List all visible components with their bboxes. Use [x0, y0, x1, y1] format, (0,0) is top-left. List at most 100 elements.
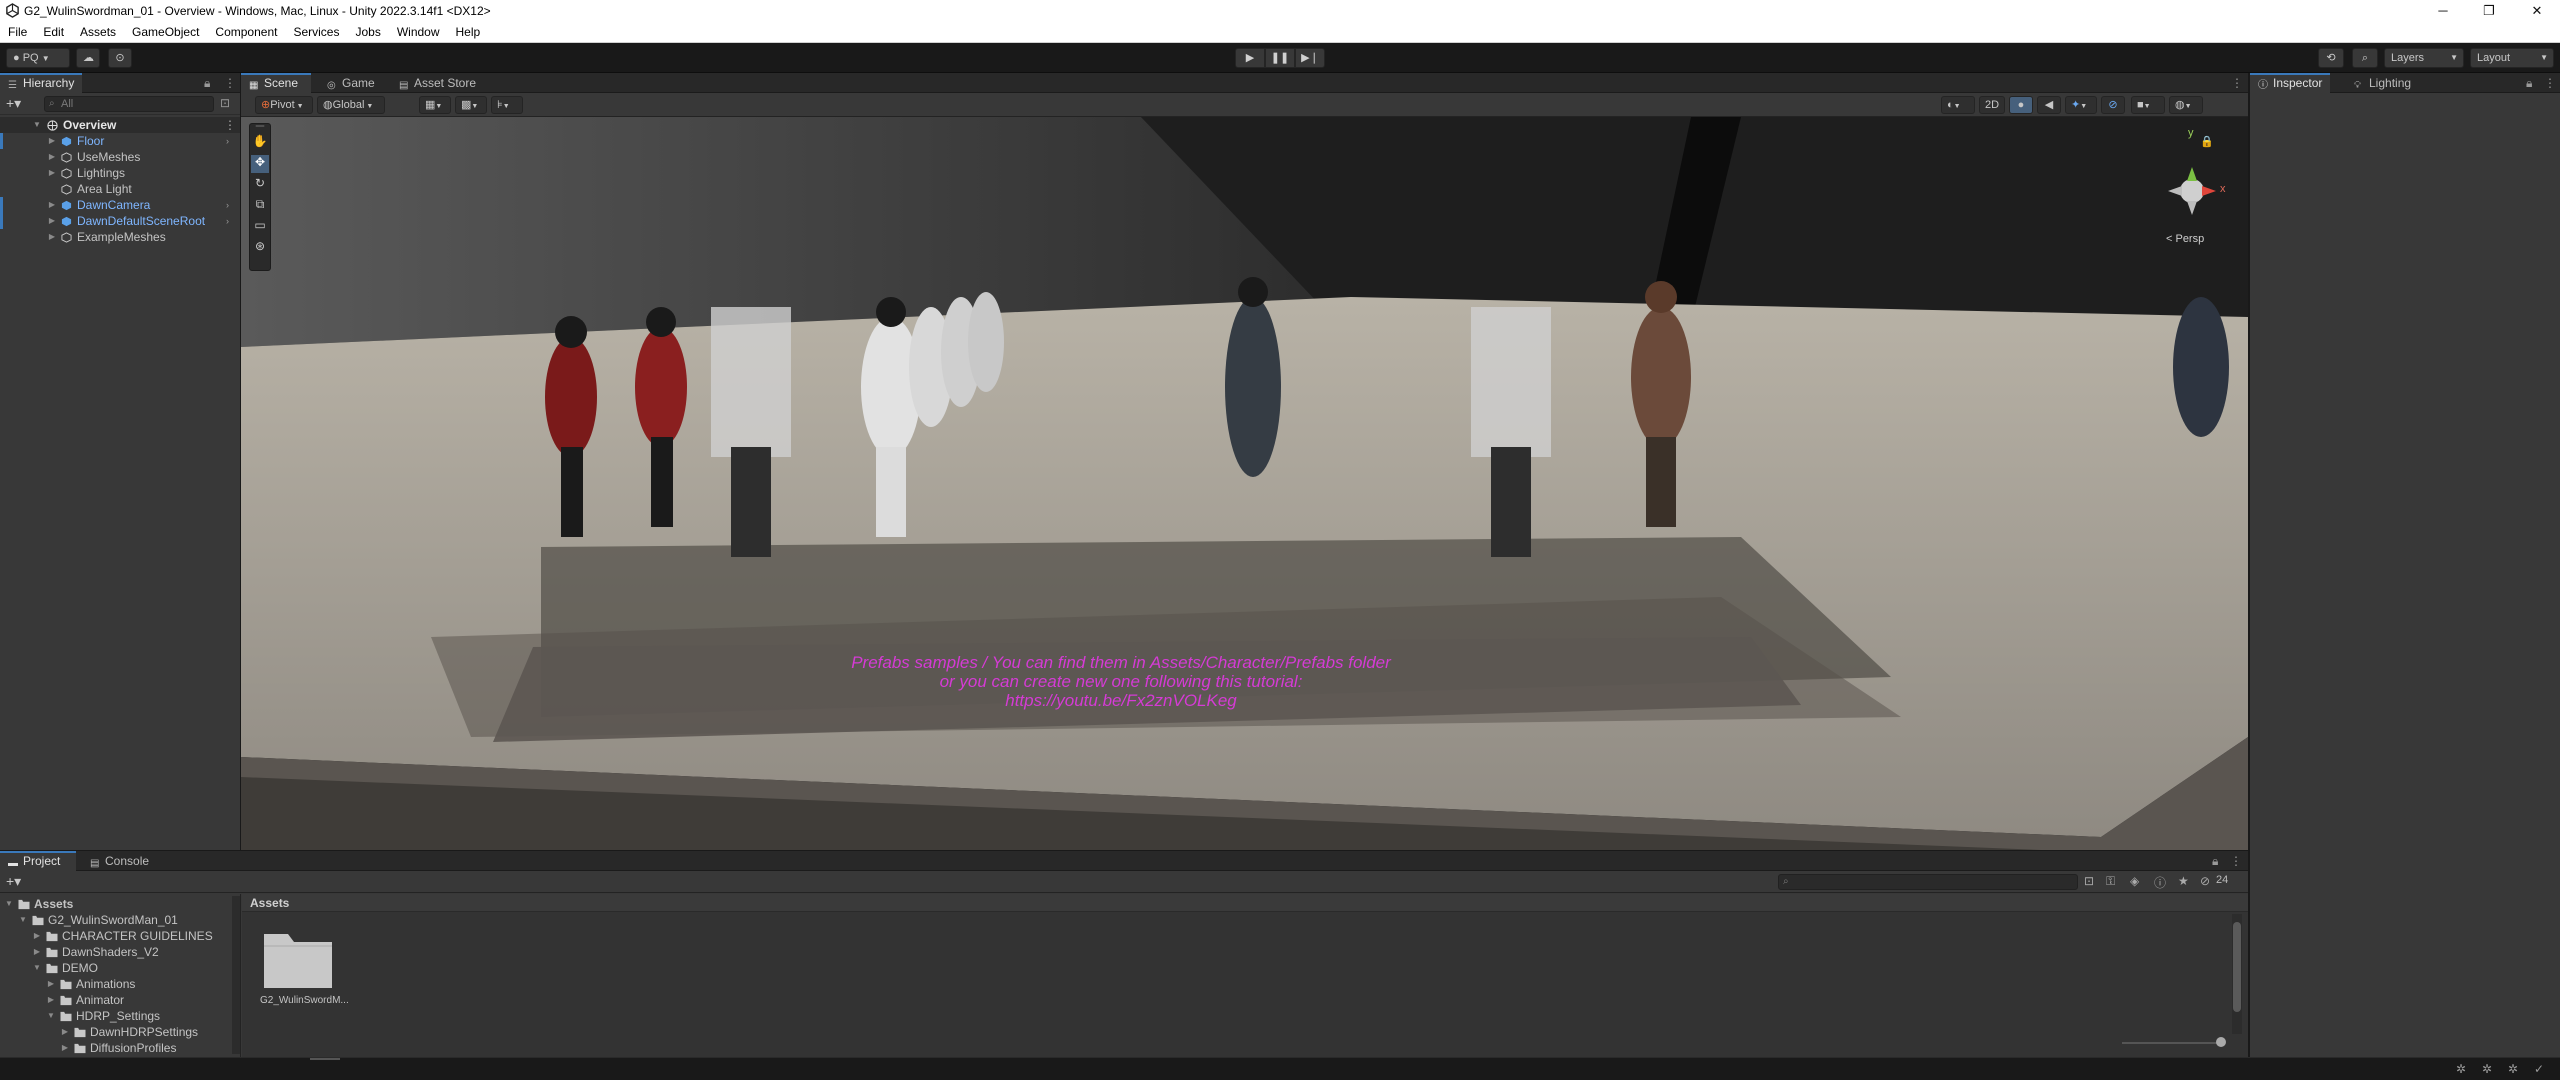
more-icon[interactable]: ⋮ — [2230, 854, 2242, 868]
filter-icon[interactable]: ⊡ — [220, 96, 230, 110]
history-button[interactable]: ⟲ — [2318, 48, 2344, 68]
chevron-down-icon[interactable]: ▼ — [18, 912, 28, 928]
chevron-right-icon[interactable]: ▶ — [60, 1040, 70, 1056]
chevron-right-icon[interactable]: › — [226, 133, 229, 149]
camera-settings-button[interactable]: ■▼ — [2131, 96, 2165, 114]
tab-hierarchy[interactable]: ☰ Hierarchy — [0, 73, 83, 93]
tab-asset-store[interactable]: ▤ Asset Store — [391, 73, 484, 93]
drag-handle[interactable]: ══ — [250, 124, 270, 130]
more-icon[interactable]: ⋮ — [224, 117, 236, 133]
lock-icon[interactable]: 🔒︎ — [2212, 854, 2218, 869]
grid-snap-button[interactable]: ▦▼ — [419, 96, 451, 114]
chevron-right-icon[interactable]: › — [226, 197, 229, 213]
tab-project[interactable]: ▬ Project — [0, 851, 76, 871]
pivot-dropdown[interactable]: ⊕Pivot ▼ — [255, 96, 313, 114]
asset-item[interactable]: G2_WulinSwordM... — [260, 928, 349, 1014]
zoom-slider-thumb[interactable] — [2216, 1037, 2226, 1047]
folder-row[interactable]: ▶ DawnShaders_V2 — [0, 944, 232, 960]
folder-row[interactable]: ▼ HDRP_Settings — [0, 1008, 232, 1024]
lock-icon[interactable]: 🔒︎ — [2526, 76, 2532, 91]
close-button[interactable]: ✕ — [2514, 0, 2560, 21]
tree-row[interactable]: ▶ DawnDefaultSceneRoot › — [0, 213, 240, 229]
draw-mode-button[interactable]: ◐▼ — [1941, 96, 1975, 114]
menu-edit[interactable]: Edit — [35, 25, 72, 39]
scene-row[interactable]: ▼ Overview ⋮ — [0, 117, 240, 133]
play-button[interactable]: ▶ — [1235, 48, 1265, 68]
menu-file[interactable]: File — [0, 25, 35, 39]
more-icon[interactable]: ⋮ — [224, 76, 236, 90]
menu-component[interactable]: Component — [207, 25, 285, 39]
scene-viewport[interactable]: 🔒 y x < Persp Prefabs samples / You can … — [241, 117, 2248, 850]
move-tool-button[interactable]: ✥ — [251, 155, 269, 173]
folder-row[interactable]: ▶ Animations — [0, 976, 232, 992]
effects-toggle[interactable]: ✦▼ — [2065, 96, 2097, 114]
tab-scene[interactable]: ▦ Scene — [241, 73, 311, 93]
audio-toggle[interactable]: ◀ — [2037, 96, 2061, 114]
zoom-slider[interactable] — [2122, 1042, 2222, 1044]
collab-button[interactable]: ⊙ — [108, 48, 132, 68]
assets-scrollbar[interactable] — [2232, 914, 2242, 1034]
global-dropdown[interactable]: ◍Global ▼ — [317, 96, 385, 114]
chevron-right-icon[interactable]: ▶ — [46, 992, 56, 1008]
tree-row[interactable]: Area Light — [0, 181, 240, 197]
chevron-right-icon[interactable]: ▶ — [32, 944, 42, 960]
layout-dropdown[interactable]: Layout ▼ — [2470, 48, 2554, 68]
lighting-toggle[interactable]: ● — [2009, 96, 2033, 114]
folder-row[interactable]: ▼ G2_WulinSwordMan_01 — [0, 912, 232, 928]
menu-assets[interactable]: Assets — [72, 25, 124, 39]
chevron-down-icon[interactable]: ▼ — [46, 1008, 56, 1024]
menu-window[interactable]: Window — [389, 25, 448, 39]
check-icon[interactable]: ✓ — [2534, 1062, 2544, 1076]
chevron-right-icon[interactable]: ▶ — [46, 976, 56, 992]
scale-tool-button[interactable]: ⧉ — [251, 197, 269, 215]
star-icon[interactable]: ★ — [2178, 874, 2189, 888]
tree-row[interactable]: ▶ ExampleMeshes — [0, 229, 240, 245]
lock-icon[interactable]: 🔒︎ — [204, 76, 210, 91]
tab-lighting[interactable]: 💡︎ Lighting — [2346, 73, 2419, 93]
hidden-objects-toggle[interactable]: ⊘ — [2101, 96, 2125, 114]
alert-icon[interactable]: ⓘ — [2154, 874, 2166, 891]
rotate-tool-button[interactable]: ↻ — [251, 176, 269, 194]
maximize-button[interactable]: ❐ — [2466, 0, 2512, 21]
folder-row[interactable]: ▶ CHARACTER GUIDELINES — [0, 928, 232, 944]
menu-help[interactable]: Help — [448, 25, 489, 39]
tree-row[interactable]: ▶ Lightings — [0, 165, 240, 181]
hierarchy-search-input[interactable]: ⌕ All — [44, 96, 214, 112]
folder-row[interactable]: ▶ Animator — [0, 992, 232, 1008]
scrollbar-thumb[interactable] — [2233, 922, 2241, 1012]
debug-icon[interactable]: ✲ — [2456, 1062, 2466, 1076]
step-button[interactable]: ▶❘ — [1295, 48, 1325, 68]
hidden-packages-icon[interactable]: ⊘ — [2200, 874, 2210, 888]
tree-row[interactable]: ▶ UseMeshes — [0, 149, 240, 165]
tag-icon[interactable]: ◈ — [2130, 874, 2139, 888]
chevron-down-icon[interactable]: ▼ — [4, 896, 14, 912]
cloud-button[interactable]: ☁ — [76, 48, 100, 68]
menu-jobs[interactable]: Jobs — [347, 25, 388, 39]
breadcrumb-assets[interactable]: Assets — [250, 896, 289, 910]
incremental-snap-button[interactable]: ⊧▼ — [491, 96, 523, 114]
rect-tool-button[interactable]: ▭ — [251, 218, 269, 236]
mode-2d-button[interactable]: 2D — [1979, 96, 2005, 114]
layers-dropdown[interactable]: Layers ▼ — [2384, 48, 2464, 68]
tab-console[interactable]: ▤ Console — [82, 851, 157, 871]
snap-increment-button[interactable]: ▩▼ — [455, 96, 487, 114]
add-button[interactable]: +▾ — [6, 873, 21, 890]
more-icon[interactable]: ⋮ — [2231, 76, 2243, 90]
folder-row[interactable]: ▶ DawnHDRPSettings — [0, 1024, 232, 1040]
folder-row[interactable]: ▼ Assets — [0, 896, 232, 912]
search-by-label-icon[interactable]: ⚿ — [2106, 874, 2115, 889]
search-by-type-icon[interactable]: ⊡ — [2084, 874, 2094, 888]
transform-tool-button[interactable]: ⊛ — [251, 239, 269, 257]
menu-services[interactable]: Services — [285, 25, 347, 39]
chevron-right-icon[interactable]: ▶ — [32, 928, 42, 944]
persp-label[interactable]: < Persp — [2166, 233, 2204, 245]
tab-inspector[interactable]: ⓘ Inspector — [2250, 73, 2331, 93]
cache-icon[interactable]: ✲ — [2508, 1062, 2518, 1076]
search-button[interactable]: ⌕ — [2352, 48, 2378, 68]
tab-game[interactable]: ◎ Game — [319, 73, 383, 93]
folder-row[interactable]: ▶ DiffusionProfiles — [0, 1040, 232, 1056]
gizmos-button[interactable]: ◍▼ — [2169, 96, 2203, 114]
chevron-down-icon[interactable]: ▼ — [32, 960, 42, 976]
project-search-input[interactable]: ⌕ — [1778, 874, 2078, 890]
hand-tool-button[interactable]: ✋ — [251, 134, 269, 152]
